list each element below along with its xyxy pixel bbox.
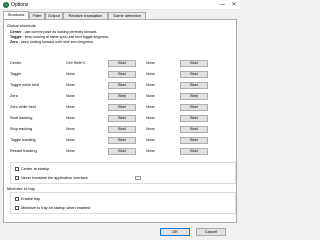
bind-button-1[interactable]: Bind — [108, 115, 136, 122]
shortcut-label: Zero while held — [10, 105, 36, 109]
bind-button-2[interactable]: Bind — [180, 93, 208, 100]
shortcut-label: Stop tracking — [10, 127, 33, 131]
ok-button[interactable]: OK — [160, 228, 190, 236]
never-translate-label: Never translate the application interfac… — [21, 176, 88, 180]
shortcut-label: Start tracking — [10, 116, 33, 120]
bind-button-1[interactable]: Bind — [108, 126, 136, 133]
shortcut-label: Toggle while held — [10, 83, 40, 87]
shortcut-label: Toggle — [10, 72, 22, 76]
shortcut-key2: None — [146, 94, 155, 98]
shortcut-key2: None — [146, 116, 155, 120]
bind-button-1[interactable]: Bind — [108, 104, 136, 111]
shortcut-label: Zero — [10, 94, 18, 98]
shortcut-key1: None — [66, 105, 75, 109]
bind-button-2[interactable]: Bind — [180, 126, 208, 133]
shortcut-key2: None — [146, 72, 155, 76]
shortcut-key2: None — [146, 83, 155, 87]
title-bar[interactable]: Options — ✕ — [0, 0, 240, 10]
bind-button-2[interactable]: Bind — [180, 137, 208, 144]
bind-button-1[interactable]: Bind — [108, 148, 136, 155]
shortcut-row-start-tracking: Start tracking None Bind None Bind — [10, 115, 236, 122]
shortcut-row-center: Center Ctrl+Shift+C Bind None Bind — [10, 60, 236, 67]
minimize-on-startup-option[interactable]: Minimize to tray on startup when enabled — [15, 205, 175, 211]
shortcut-row-zero: Zero None Bind None Bind — [10, 93, 236, 100]
shortcut-label: Restart tracking — [10, 149, 37, 153]
shortcut-row-restart-tracking: Restart tracking None Bind None Bind — [10, 148, 236, 155]
enable-tray-checkbox[interactable] — [15, 197, 19, 201]
shortcuts-panel: Global shortcuts Center - use current po… — [3, 19, 237, 223]
tray-section-title: Minimize to tray — [7, 186, 36, 191]
center-at-startup-label: Center at startup — [21, 167, 50, 171]
shortcut-label: Toggle tracking — [10, 138, 36, 142]
global-shortcuts-title: Global shortcuts — [7, 23, 36, 28]
shortcut-key2: None — [146, 127, 155, 131]
shortcut-key1: None — [66, 116, 75, 120]
center-at-startup-option[interactable]: Center at startup — [15, 166, 135, 172]
tab-relative-translation[interactable]: Relative translation — [63, 12, 108, 19]
bind-button-1[interactable]: Bind — [108, 137, 136, 144]
bind-button-1[interactable]: Bind — [108, 82, 136, 89]
zero-description: Zero - keep looking forward until next z… — [10, 40, 94, 44]
shortcut-key1: None — [66, 149, 75, 153]
bind-button-2[interactable]: Bind — [180, 148, 208, 155]
minimize-button[interactable]: — — [216, 0, 228, 10]
bind-button-1[interactable]: Bind — [108, 93, 136, 100]
tab-shortcuts[interactable]: Shortcuts — [3, 11, 29, 19]
shortcut-row-toggle-while-held: Toggle while held None Bind None Bind — [10, 82, 236, 89]
shortcut-key1: None — [66, 83, 75, 87]
shortcut-key1: None — [66, 94, 75, 98]
bind-button-2[interactable]: Bind — [180, 104, 208, 111]
bind-button-1[interactable]: Bind — [108, 60, 136, 67]
shortcut-key1: None — [66, 138, 75, 142]
enable-tray-label: Enable tray — [21, 197, 41, 201]
center-at-startup-checkbox[interactable] — [15, 167, 19, 171]
minimize-on-startup-checkbox[interactable] — [15, 206, 19, 210]
never-translate-option[interactable]: Never translate the application interfac… — [15, 175, 175, 181]
close-button[interactable]: ✕ — [228, 0, 240, 10]
shortcut-label: Center — [10, 61, 22, 65]
bind-button-2[interactable]: Bind — [180, 115, 208, 122]
shortcut-row-zero-while-held: Zero while held None Bind None Bind — [10, 104, 236, 111]
shortcut-row-toggle-tracking: Toggle tracking None Bind None Bind — [10, 137, 236, 144]
window-title: Options — [11, 2, 29, 8]
shortcut-key2: None — [146, 149, 155, 153]
shortcut-key1: None — [66, 72, 75, 76]
shortcut-row-toggle: Toggle None Bind None Bind — [10, 71, 236, 78]
bind-button-2[interactable]: Bind — [180, 60, 208, 67]
never-translate-checkbox[interactable] — [15, 176, 19, 180]
shortcut-key2: None — [146, 138, 155, 142]
app-icon — [3, 2, 9, 8]
cancel-button[interactable]: Cancel — [196, 228, 226, 236]
enable-tray-option[interactable]: Enable tray — [15, 196, 135, 202]
tab-output[interactable]: Output — [45, 12, 63, 19]
minimize-on-startup-label: Minimize to tray on startup when enabled — [21, 206, 91, 210]
shortcut-key1: Ctrl+Shift+C — [66, 61, 86, 65]
bind-button-1[interactable]: Bind — [108, 71, 136, 78]
shortcut-key2: None — [146, 105, 155, 109]
shortcut-key1: None — [66, 127, 75, 131]
shortcut-key2: None — [146, 61, 155, 65]
flag-icon — [135, 176, 141, 180]
shortcut-row-stop-tracking: Stop tracking None Bind None Bind — [10, 126, 236, 133]
tab-filter[interactable]: Filter — [29, 12, 45, 19]
general-options-group: Center at startup Never translate the ap… — [10, 162, 236, 184]
bind-button-2[interactable]: Bind — [180, 71, 208, 78]
tab-game-detection[interactable]: Game detection — [108, 12, 146, 19]
bind-button-2[interactable]: Bind — [180, 82, 208, 89]
tray-options-group: Enable tray Minimize to tray on startup … — [10, 192, 236, 214]
